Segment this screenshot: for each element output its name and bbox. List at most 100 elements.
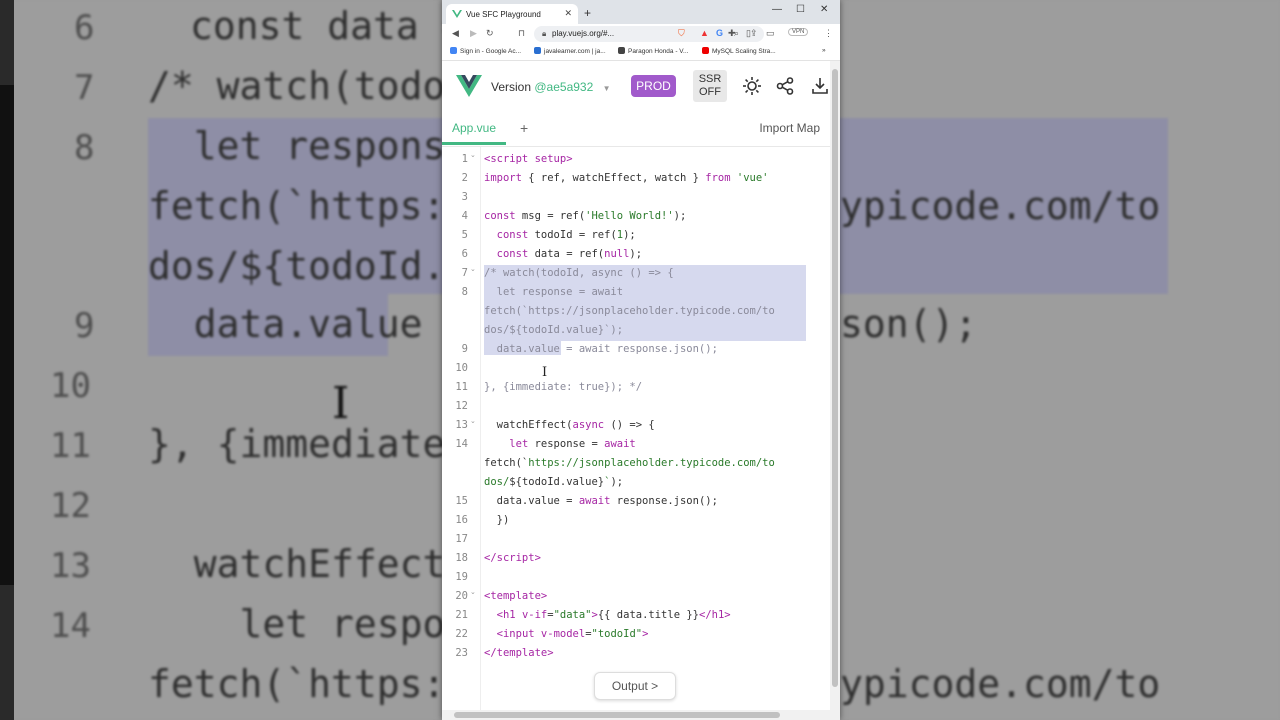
new-tab-icon[interactable]: + [584,6,591,20]
fold-chevron-icon[interactable]: ⌄ [470,151,476,159]
line-number: 5 [461,229,468,241]
text-cursor-icon: I [332,378,350,429]
prod-toggle-button[interactable]: PROD [631,75,676,97]
line-number: 19 [455,571,468,583]
line-number: 22 [455,628,468,640]
code-line: dos/${todoId.value}`); [484,324,624,336]
code-line: </script> [484,552,541,564]
share-icon[interactable] [776,77,794,95]
browser-tab-strip: Vue SFC Playground ✕ + — ☐ ✕ [442,0,840,24]
bg-code-line-right: ypicode.com/to [840,662,1161,706]
brave-shield-icon[interactable]: ⛉ [678,28,685,39]
bg-code-line: fetch(`https:/ [148,662,469,706]
bg-code-line: let respon [148,602,469,646]
bg-code-line: data.value = [148,302,469,346]
line-number: 10 [455,362,468,374]
share-url-icon[interactable]: ⇪ [750,28,758,39]
version-selector[interactable]: Version @ae5a932 ▼ [491,80,611,94]
fold-chevron-icon[interactable]: ⌄ [470,417,476,425]
line-number: 8 [461,286,468,298]
line-number: 6 [461,248,468,260]
bg-line-number: 14 [50,606,91,646]
code-line: const data = ref(null); [496,248,643,260]
bg-code-line: dos/${todoId.v [148,244,469,288]
sidebar-icon[interactable]: ▯ [746,28,751,39]
address-bar-row: ◀ ▶ ↻ ⊓ 🔒︎ play.vuejs.org/#... G ⌕ ⇪ ⛉ ▲… [442,24,840,44]
vue-logo-icon [456,75,482,97]
line-number: 2 [461,172,468,184]
bookmark-item[interactable]: MySQL Scaling Stra... [702,47,776,55]
tab-import-map[interactable]: Import Map [759,121,820,135]
close-tab-icon[interactable]: ✕ [564,8,572,19]
code-line: }, {immediate: true}); */ [484,381,643,393]
bookmark-item[interactable]: Sign in - Google Ac... [450,47,521,55]
bookmark-item[interactable]: javalearner.com | ja... [534,47,606,55]
vue-favicon-icon [452,10,462,18]
bg-line-number: 12 [50,486,91,526]
bookmark-item[interactable]: Paragon Honda - V... [618,47,688,55]
code-line: fetch(`https://jsonplaceholder.typicode.… [484,305,775,317]
add-file-button[interactable]: + [520,120,528,136]
vertical-scrollbar[interactable] [830,61,840,711]
code-line: let response = await [484,286,624,298]
line-number: 1 [461,153,468,165]
bg-code-line-right: son(); [840,302,978,346]
bg-line-number: 8 [74,128,95,168]
download-icon[interactable] [811,77,829,95]
code-editor[interactable]: 1 ⌄ 2 3 4 5 6 7 ⌄ 8 9 10 11 12 13 ⌄ 14 15 16 17 18 19 20 ⌄ 21 22 2… [442,147,830,710]
url-text: play.vuejs.org/#... [552,29,615,38]
playground-header: Version @ae5a932 ▼ PROD SSR OFF [442,61,832,114]
code-line: import { ref, watchEffect, watch } from … [484,172,769,184]
code-line: dos/${todoId.value}`); [484,476,624,488]
vpn-badge[interactable]: VPN [788,28,809,36]
output-button[interactable]: Output > [594,672,676,700]
menu-icon[interactable]: ⋮ [824,28,833,39]
bg-left-edge-dark [0,85,14,585]
line-number: 21 [455,609,468,621]
tab-title: Vue SFC Playground [466,10,541,19]
minimize-icon[interactable]: — [772,4,782,15]
code-line: <h1 v-if="data">{{ data.title }}</h1> [496,609,731,621]
bg-code-line: const data = [190,4,465,48]
scrollbar-thumb[interactable] [454,712,780,718]
code-line: <template> [484,590,548,602]
wallet-icon[interactable]: ▭ [766,28,775,39]
extensions-icon[interactable]: ✚ [728,28,736,39]
bg-code-line-right: ypicode.com/to [840,184,1161,228]
file-tabs: App.vue + Import Map [442,113,832,147]
chevron-down-icon: ▼ [602,84,611,93]
lock-icon: 🔒︎ [542,29,547,38]
code-line: </template> [484,647,554,659]
line-number: 11 [455,381,468,393]
ssr-toggle-button[interactable]: SSR OFF [693,70,727,102]
browser-tab[interactable]: Vue SFC Playground ✕ [446,4,578,24]
bg-code-line: /* watch(todoI [148,64,469,108]
rewards-icon[interactable]: ▲ [700,28,709,38]
maximize-icon[interactable]: ☐ [796,4,805,15]
bg-line-number: 11 [50,426,91,466]
code-line: }) [484,514,510,526]
code-line: let response = await [509,438,636,450]
bg-code-line: fetch(`https:/ [148,184,469,228]
text-cursor-icon: I [542,365,548,380]
horizontal-scrollbar[interactable] [442,710,840,720]
sun-icon[interactable] [743,77,761,95]
more-bookmarks-icon[interactable]: » [822,47,826,54]
code-line: data.value = await response.json(); [484,343,718,355]
google-icon[interactable]: G [716,28,723,38]
scrollbar-thumb[interactable] [832,69,838,687]
forward-icon[interactable]: ▶ [470,28,477,39]
bookmark-icon[interactable]: ⊓ [518,28,525,39]
line-number: 4 [461,210,468,222]
line-number: 17 [455,533,468,545]
bookmarks-bar: Sign in - Google Ac... javalearner.com |… [442,44,840,61]
reload-icon[interactable]: ↻ [486,28,494,39]
line-number: 9 [461,343,468,355]
tab-app-vue[interactable]: App.vue [442,113,507,145]
bg-line-number: 7 [74,68,95,108]
bg-code-line: }, {immediate [148,422,446,466]
close-window-icon[interactable]: ✕ [820,4,828,15]
fold-chevron-icon[interactable]: ⌄ [470,588,476,596]
fold-chevron-icon[interactable]: ⌄ [470,265,476,273]
back-icon[interactable]: ◀ [452,28,459,39]
